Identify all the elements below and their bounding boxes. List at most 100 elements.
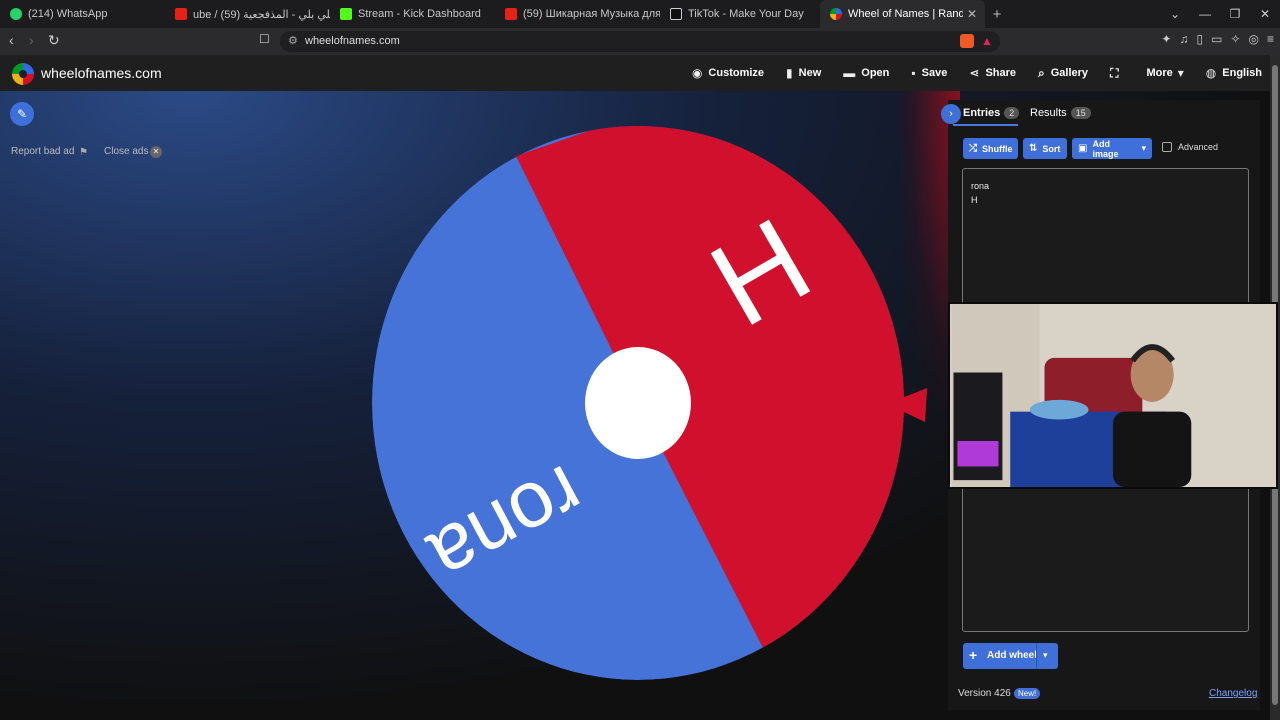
window-controls: ⌄ — ❐ ✕ bbox=[1160, 0, 1280, 28]
new-badge: New! bbox=[1014, 688, 1041, 699]
shuffle-icon: ⤮ bbox=[969, 143, 977, 154]
whatsapp-icon bbox=[10, 8, 22, 20]
brave-rewards-icon[interactable]: ▲ bbox=[981, 34, 995, 48]
webcam-overlay bbox=[948, 302, 1278, 489]
kick-icon bbox=[340, 8, 352, 20]
extension-icons: ✦ ♫ ▯ ▭ ✧ ◎ ≡ bbox=[1161, 32, 1274, 46]
gallery-button[interactable]: ⌕ Gallery bbox=[1038, 66, 1088, 81]
language-button[interactable]: ◍ English bbox=[1206, 66, 1262, 80]
caret-down-icon: ▾ bbox=[1177, 66, 1184, 80]
edit-icon[interactable]: ✎ bbox=[10, 102, 34, 126]
youtube-icon bbox=[505, 8, 517, 20]
add-wheel-button[interactable]: + Add wheel ▾ bbox=[963, 643, 1058, 669]
palette-icon: ◉ bbox=[691, 66, 703, 80]
back-icon[interactable]: ‹ bbox=[9, 32, 14, 48]
save-button[interactable]: ▪ Save bbox=[911, 66, 947, 80]
top-menu: ◉ Customize ▮ New ▬ Open ▪ Save ⋖ Share ⌕ Gall… bbox=[670, 55, 1262, 91]
tab-youtube-1[interactable]: ube / كليب الهلي بلي - المذفجعية (59) bbox=[165, 0, 330, 28]
tab-whatsapp[interactable]: (214) WhatsApp bbox=[0, 0, 165, 28]
active-tab-indicator bbox=[953, 124, 1018, 126]
caret-down-icon: ▾ bbox=[1141, 143, 1146, 153]
new-button[interactable]: ▮ New bbox=[786, 66, 821, 80]
restore-icon[interactable]: ❐ bbox=[1220, 7, 1250, 21]
fullscreen-button[interactable]: ⛶ bbox=[1110, 66, 1124, 81]
vpn-icon[interactable]: ◎ bbox=[1249, 32, 1259, 46]
flag-icon: ⚑ bbox=[79, 147, 88, 158]
wheel-pointer-icon bbox=[887, 388, 927, 422]
tab-tiktok[interactable]: TikTok - Make Your Day bbox=[660, 0, 820, 28]
wheel-logo-icon[interactable] bbox=[12, 63, 34, 85]
sort-button[interactable]: ⇅ Sort bbox=[1023, 138, 1067, 159]
person bbox=[1113, 411, 1192, 487]
sort-icon: ⇅ bbox=[1029, 143, 1038, 154]
tab-kick[interactable]: Stream - Kick Dashboard bbox=[330, 0, 495, 28]
tab-wheel-of-names[interactable]: Wheel of Names | Random name ✕ bbox=[820, 0, 985, 28]
media-icon[interactable]: ♫ bbox=[1179, 32, 1188, 46]
tiktok-icon bbox=[670, 8, 682, 20]
version-label: Version 426 bbox=[958, 688, 1011, 699]
advanced-label: Advanced bbox=[1178, 142, 1219, 152]
leo-icon[interactable]: ✧ bbox=[1230, 32, 1240, 46]
wheel-favicon-icon bbox=[830, 8, 842, 20]
name-wheel[interactable]: H rona bbox=[371, 126, 905, 680]
site-header: wheelofnames.com ◉ Customize ▮ New ▬ Open ▪… bbox=[0, 55, 1270, 91]
menu-icon[interactable]: ≡ bbox=[1267, 32, 1274, 46]
plus-icon: + bbox=[969, 647, 978, 663]
wheel-center-hub[interactable] bbox=[585, 347, 691, 459]
image-icon: ▣ bbox=[1078, 143, 1088, 154]
site-name[interactable]: wheelofnames.com bbox=[41, 65, 162, 81]
tab-entries[interactable]: Entries 2 bbox=[963, 107, 1020, 119]
extensions-icon[interactable]: ✦ bbox=[1161, 32, 1171, 46]
advanced-checkbox[interactable] bbox=[1162, 142, 1172, 152]
more-button[interactable]: More ▾ bbox=[1146, 66, 1183, 80]
tab-label: ube / كليب الهلي بلي - المذفجعية (59) bbox=[193, 8, 330, 21]
tab-search-icon[interactable]: ⌄ bbox=[1160, 7, 1190, 21]
save-icon: ▪ bbox=[911, 66, 916, 80]
entries-count-badge: 2 bbox=[1004, 107, 1020, 119]
tab-label: (214) WhatsApp bbox=[28, 8, 108, 20]
tab-youtube-2[interactable]: (59) Шикарная Музыка для Трени bbox=[495, 0, 660, 28]
customize-button[interactable]: ◉ Customize bbox=[692, 66, 764, 80]
brave-shields-icon[interactable] bbox=[960, 34, 974, 48]
entry-line: H bbox=[971, 195, 978, 205]
add-image-button[interactable]: ▣ Add image ▾ bbox=[1072, 138, 1152, 159]
globe-icon: ◍ bbox=[1205, 66, 1217, 80]
close-ads-link[interactable]: Close ads bbox=[104, 146, 148, 157]
url-bar[interactable]: ⚙ wheelofnames.com ▲ bbox=[280, 31, 1000, 52]
file-icon: ▮ bbox=[786, 66, 793, 80]
entry-line: rona bbox=[971, 181, 990, 191]
search-icon: ⌕ bbox=[1038, 65, 1045, 80]
close-window-icon[interactable]: ✕ bbox=[1250, 7, 1280, 21]
site-info-icon[interactable]: ⚙ bbox=[288, 34, 298, 47]
folder-icon: ▬ bbox=[843, 66, 856, 80]
sidebar-icon[interactable]: ▯ bbox=[1196, 32, 1203, 46]
fullscreen-icon: ⛶ bbox=[1110, 65, 1119, 80]
close-ads-icon[interactable]: ✕ bbox=[150, 146, 162, 158]
browser-tab-bar: (214) WhatsApp ube / كليب الهلي بلي - ال… bbox=[0, 0, 1280, 28]
minimize-icon[interactable]: — bbox=[1190, 7, 1220, 21]
bookmark-icon[interactable]: ☐ bbox=[259, 32, 270, 46]
button-divider bbox=[1036, 643, 1037, 669]
forward-icon[interactable]: › bbox=[29, 32, 34, 48]
open-button[interactable]: ▬ Open bbox=[843, 66, 889, 80]
close-tab-icon[interactable]: ✕ bbox=[967, 7, 977, 21]
caret-down-icon[interactable]: ▾ bbox=[1043, 650, 1048, 661]
tab-results[interactable]: Results 15 bbox=[1030, 107, 1091, 119]
address-toolbar: ‹ › ↻ ☐ ⚙ wheelofnames.com ▲ ✦ ♫ ▯ ▭ ✧ ◎… bbox=[0, 28, 1280, 55]
tab-label: Wheel of Names | Random name bbox=[848, 8, 963, 20]
reload-icon[interactable]: ↻ bbox=[48, 32, 60, 49]
tab-label: (59) Шикарная Музыка для Трени bbox=[523, 8, 660, 20]
report-bad-ad-link[interactable]: Report bad ad bbox=[11, 146, 74, 157]
url-text: wheelofnames.com bbox=[305, 35, 400, 47]
wallet-icon[interactable]: ▭ bbox=[1211, 32, 1222, 46]
youtube-icon bbox=[175, 8, 187, 20]
share-button[interactable]: ⋖ Share bbox=[969, 66, 1016, 80]
share-icon: ⋖ bbox=[969, 66, 980, 80]
collapse-panel-icon[interactable]: › bbox=[941, 104, 961, 124]
tab-label: TikTok - Make Your Day bbox=[688, 8, 804, 20]
new-tab-button[interactable]: + bbox=[985, 6, 1009, 23]
tab-label: Stream - Kick Dashboard bbox=[358, 8, 481, 20]
shuffle-button[interactable]: ⤮ Shuffle bbox=[963, 138, 1018, 159]
changelog-link[interactable]: Changelog bbox=[1209, 688, 1257, 699]
results-count-badge: 15 bbox=[1070, 107, 1091, 119]
